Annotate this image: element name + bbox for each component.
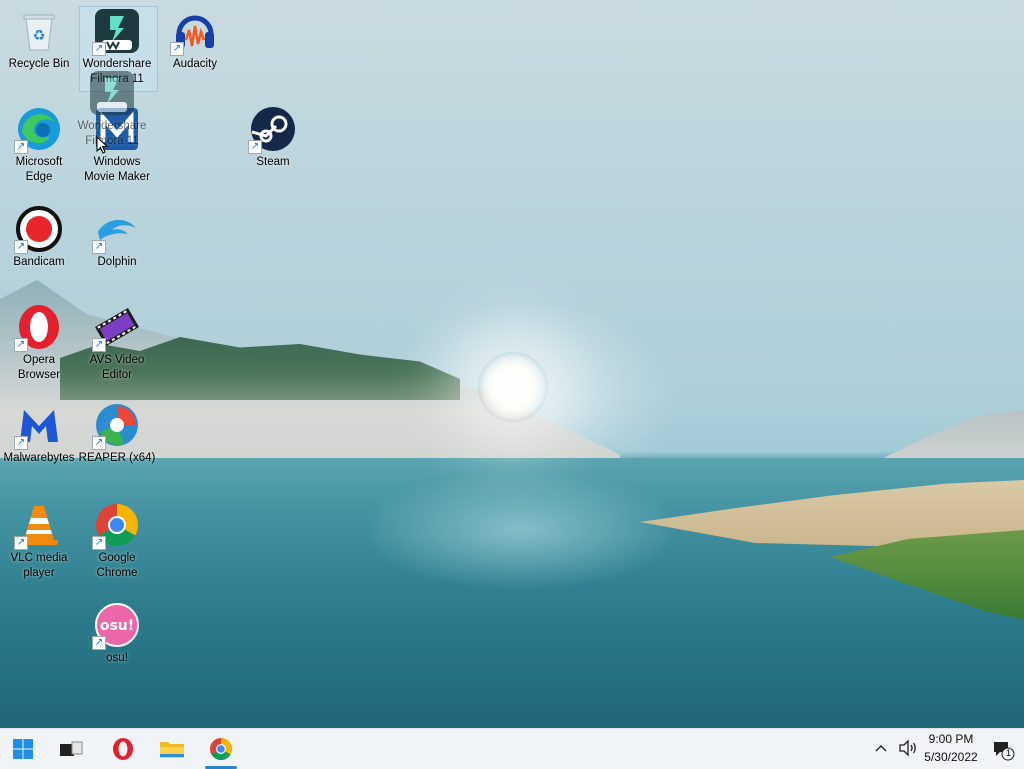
taskbar-file-explorer-button[interactable] (157, 735, 187, 763)
icon-label-line1: Windows (93, 156, 141, 168)
icon-label: Dolphin (97, 256, 137, 268)
shortcut-arrow-icon: ↗ (92, 536, 106, 550)
opera-icon: ↗ (14, 304, 62, 352)
lake-reflection (360, 470, 680, 590)
bandicam-icon: ↗ (14, 206, 62, 254)
ghost-label-line1: Wondershare (77, 120, 147, 132)
notification-count: 1 (1005, 748, 1011, 758)
steam-icon: ↗ (248, 106, 296, 154)
shortcut-arrow-icon: ↗ (14, 536, 28, 550)
shortcut-arrow-icon: ↗ (92, 436, 106, 450)
filmora-icon: ↗ (92, 8, 140, 56)
icon-label-line1: VLC media (10, 552, 68, 564)
icon-label-line1: AVS Video (89, 354, 145, 366)
audacity-icon: ↗ (170, 8, 218, 56)
desktop-icon-vlc-media-player[interactable]: ↗ VLC media player (0, 502, 78, 581)
dragging-icon-ghost: Wondershare Filmora 11 (73, 70, 151, 149)
malwarebytes-icon: ↗ (14, 402, 62, 450)
shortcut-arrow-icon: ↗ (14, 338, 28, 352)
icon-label-line2: Movie Maker (84, 171, 150, 183)
icon-label-line2: Editor (101, 369, 133, 381)
shortcut-arrow-icon: ↗ (92, 636, 106, 650)
icon-label-line1: Opera (23, 354, 55, 366)
right-mountain (880, 410, 1024, 465)
icon-label-line2: Browser (17, 369, 61, 381)
svg-text:osu!: osu! (100, 618, 134, 634)
avs-video-editor-icon: ↗ (92, 304, 140, 352)
opera-icon (113, 738, 133, 760)
icon-label: Recycle Bin (8, 58, 70, 70)
shortcut-arrow-icon: ↗ (14, 436, 28, 450)
sun (478, 352, 548, 422)
recycle-bin-icon: ♻ (16, 8, 62, 54)
chrome-icon (210, 738, 232, 760)
shortcut-arrow-icon: ↗ (170, 42, 184, 56)
icon-label: REAPER (x64) (78, 452, 156, 464)
mouse-cursor-icon (96, 135, 109, 159)
desktop-icon-dolphin[interactable]: ↗ Dolphin (78, 206, 156, 270)
clock-date[interactable]: 5/30/2022 (916, 750, 986, 764)
desktop-icon-avs-video-editor[interactable]: ↗ AVS Video Editor (78, 304, 156, 383)
desktop-icon-malwarebytes[interactable]: ↗ Malwarebytes (0, 402, 78, 466)
icon-label: Malwarebytes (3, 452, 75, 464)
volume-speaker-icon[interactable] (898, 739, 918, 762)
icon-label: Bandicam (13, 256, 65, 268)
icon-label-line2: Chrome (96, 567, 138, 579)
desktop-icon-bandicam[interactable]: ↗ Bandicam (0, 206, 78, 270)
start-button[interactable] (8, 735, 38, 763)
desktop-icon-microsoft-edge[interactable]: ↗ Microsoft Edge (0, 106, 78, 185)
taskbar: 9:00 PM 5/30/2022 1 (0, 728, 1024, 769)
filmora-ghost-icon (89, 70, 135, 116)
desktop-icon-reaper[interactable]: ↗ REAPER (x64) (78, 402, 156, 466)
icon-label: osu! (106, 652, 128, 664)
desktop-icon-steam[interactable]: ↗ Steam (234, 106, 312, 170)
desktop-icon-opera-browser[interactable]: ↗ Opera Browser (0, 304, 78, 383)
icon-label: Audacity (172, 58, 218, 70)
notification-chat-icon (994, 742, 1015, 761)
icon-label-line1: Google (98, 552, 136, 564)
icon-label-line1: Microsoft (15, 156, 63, 168)
task-view-icon (60, 741, 83, 756)
osu-icon: osu! ↗ (92, 602, 140, 650)
folder-icon (160, 742, 184, 758)
desktop-icon-audacity[interactable]: ↗ Audacity (156, 8, 234, 72)
taskbar-chrome-button[interactable] (206, 735, 236, 763)
chrome-icon: ↗ (92, 502, 140, 550)
windows-logo-icon (13, 739, 33, 759)
desktop-icon-google-chrome[interactable]: ↗ Google Chrome (78, 502, 156, 581)
icon-label: Steam (256, 156, 290, 168)
show-hidden-icons-chevron-up-icon[interactable] (874, 739, 888, 762)
dolphin-icon: ↗ (92, 206, 140, 254)
icon-label-line2: Edge (25, 171, 53, 183)
task-view-button[interactable] (56, 735, 86, 763)
shortcut-arrow-icon: ↗ (14, 240, 28, 254)
notification-center-button[interactable]: 1 (992, 739, 1016, 766)
desktop-icon-recycle-bin[interactable]: ♻ Recycle Bin (0, 8, 78, 72)
edge-icon: ↗ (14, 106, 62, 154)
icon-label-line2: player (23, 567, 55, 579)
vlc-cone-icon: ↗ (14, 502, 62, 550)
clock-time[interactable]: 9:00 PM (916, 732, 986, 746)
desktop-icon-osu[interactable]: osu! ↗ osu! (78, 602, 156, 666)
shortcut-arrow-icon: ↗ (14, 140, 28, 154)
shortcut-arrow-icon: ↗ (92, 338, 106, 352)
shortcut-arrow-icon: ↗ (92, 240, 106, 254)
reaper-icon: ↗ (92, 402, 140, 450)
svg-text:♻: ♻ (33, 28, 46, 44)
ghost-label-line2: Filmora 11 (85, 135, 139, 147)
shortcut-arrow-icon: ↗ (92, 42, 106, 56)
shortcut-arrow-icon: ↗ (248, 140, 262, 154)
taskbar-opera-button[interactable] (108, 735, 138, 763)
